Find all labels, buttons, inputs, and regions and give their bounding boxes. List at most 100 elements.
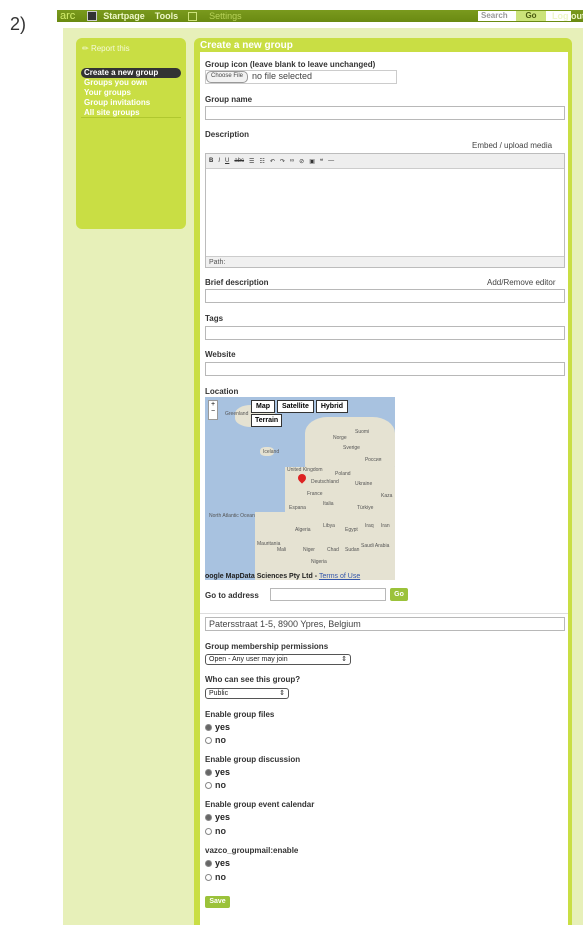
quote-icon[interactable]: ❝ (320, 158, 323, 165)
map-place: North Atlantic Ocean (209, 513, 255, 519)
radio-dot-icon (205, 723, 212, 731)
sidebar-item-group-invitations[interactable]: Group invitations (81, 98, 181, 108)
calendar-no-label: no (215, 826, 226, 836)
map-place: Mali (277, 547, 287, 553)
membership-select[interactable]: Open - Any user may join ⇕ (205, 654, 351, 665)
discussion-no-label: no (215, 780, 226, 790)
map-place: Россия (365, 457, 382, 463)
files-yes-radio[interactable]: yes (205, 722, 230, 732)
group-name-label: Group name (205, 95, 253, 104)
files-no-radio[interactable]: no (205, 735, 226, 745)
menu-settings[interactable]: Settings (209, 11, 242, 21)
event-calendar-label: Enable group event calendar (205, 800, 315, 809)
goto-address-label: Go to address (205, 591, 259, 600)
satellite-button[interactable]: Satellite (277, 400, 314, 413)
top-bar: arc Startpage Tools Settings Search Go L… (57, 10, 583, 22)
add-remove-editor-link[interactable]: Add/Remove editor (487, 278, 555, 287)
group-name-input[interactable] (205, 106, 565, 120)
map-place: Greenland (225, 411, 249, 417)
visibility-select-value: Public (209, 690, 229, 697)
bullet-list-icon[interactable]: ☰ (249, 158, 254, 165)
goto-address-input[interactable] (270, 588, 386, 601)
map-place: Saudi Arabia (361, 543, 390, 549)
redo-icon[interactable]: ↷ (280, 158, 285, 165)
location-map[interactable]: Greenland Iceland Norge Sverige Suomi Un… (205, 397, 395, 580)
website-input[interactable] (205, 362, 565, 376)
map-place: Norge (333, 435, 347, 441)
brief-description-label: Brief description (205, 278, 269, 287)
radio-dot-icon (205, 813, 212, 821)
radio-dot-icon (205, 736, 212, 744)
image-icon[interactable]: ▣ (309, 158, 315, 165)
group-files-label: Enable group files (205, 710, 275, 719)
sidebar-item-groups-you-own[interactable]: Groups you own (81, 78, 181, 88)
map-zoom-control[interactable]: + − (208, 400, 218, 420)
map-attribution: oogle MapData Sciences Pty Ltd - Terms o… (205, 573, 360, 580)
address-input[interactable]: Patersstraat 1-5, 8900 Ypres, Belgium (205, 617, 565, 631)
map-place: Kaza (381, 493, 393, 499)
map-place: Nigeria (311, 559, 327, 565)
map-place: Espana (289, 505, 306, 511)
horizontal-rule-icon[interactable]: — (328, 158, 334, 164)
bold-icon[interactable]: B (209, 158, 213, 164)
menu-tools[interactable]: Tools (155, 11, 178, 21)
visibility-label: Who can see this group? (205, 675, 301, 684)
map-button[interactable]: Map (251, 400, 275, 413)
tags-input[interactable] (205, 326, 565, 340)
sidebar: ✏ Report this Create a new group Groups … (76, 38, 186, 229)
user-avatar-icon[interactable] (87, 11, 98, 21)
map-type-buttons: Map Satellite Hybrid (251, 400, 350, 413)
description-editor[interactable]: B I U abc ☰ ☷ ↶ ↷ ∞ ⊘ ▣ ❝ — Path: (205, 153, 565, 268)
map-place: Chad (327, 547, 339, 553)
calendar-yes-radio[interactable]: yes (205, 812, 230, 822)
map-place: Sudan (345, 547, 360, 553)
search-go-button[interactable]: Go (516, 11, 546, 21)
save-button[interactable]: Save (205, 896, 230, 908)
discussion-no-radio[interactable]: no (205, 780, 226, 790)
editor-toolbar: B I U abc ☰ ☷ ↶ ↷ ∞ ⊘ ▣ ❝ — (206, 154, 564, 169)
underline-icon[interactable]: U (225, 158, 229, 164)
goto-address-go-button[interactable]: Go (390, 588, 408, 601)
groupmail-yes-radio[interactable]: yes (205, 858, 230, 868)
embed-media-link[interactable]: Embed / upload media (472, 141, 552, 150)
sidebar-item-your-groups[interactable]: Your groups (81, 88, 181, 98)
groupmail-yes-label: yes (215, 858, 231, 868)
visibility-select[interactable]: Public ⇕ (205, 688, 289, 699)
link-icon[interactable]: ∞ (290, 158, 294, 164)
sidebar-nav: Create a new group Groups you own Your g… (81, 68, 181, 118)
map-place: Italia (323, 501, 334, 507)
undo-icon[interactable]: ↶ (270, 158, 275, 165)
strikethrough-icon[interactable]: abc (234, 158, 244, 164)
map-place: Egypt (345, 527, 358, 533)
numbered-list-icon[interactable]: ☷ (259, 158, 264, 165)
site-logo[interactable]: arc (60, 10, 75, 22)
sidebar-item-create-group[interactable]: Create a new group (81, 68, 181, 78)
radio-dot-icon (205, 768, 212, 776)
calendar-yes-label: yes (215, 812, 231, 822)
map-place: Algeria (295, 527, 311, 533)
membership-label: Group membership permissions (205, 642, 329, 651)
unlink-icon[interactable]: ⊘ (299, 158, 304, 165)
brief-description-input[interactable] (205, 289, 565, 303)
radio-dot-icon (205, 859, 212, 867)
italic-icon[interactable]: I (218, 158, 220, 164)
group-icon-label: Group icon (leave blank to leave unchang… (205, 60, 376, 69)
page-title: Create a new group (200, 40, 293, 51)
radio-dot-icon (205, 781, 212, 789)
report-label: Report this (90, 44, 130, 53)
file-field-box (205, 70, 397, 84)
report-link[interactable]: ✏ Report this (82, 44, 130, 53)
discussion-yes-radio[interactable]: yes (205, 767, 230, 777)
map-place: Deutschland (311, 479, 339, 485)
map-place: Suomi (355, 429, 370, 435)
groupmail-no-radio[interactable]: no (205, 872, 226, 882)
terrain-button[interactable]: Terrain (251, 414, 283, 427)
select-arrow-icon: ⇕ (279, 690, 285, 697)
menu-startpage[interactable]: Startpage (103, 11, 145, 21)
logout-link[interactable]: Log out (552, 10, 583, 22)
hybrid-button[interactable]: Hybrid (315, 400, 349, 413)
map-terms-link[interactable]: Terms of Use (319, 573, 360, 580)
calendar-no-radio[interactable]: no (205, 826, 226, 836)
membership-select-value: Open - Any user may join (209, 656, 288, 663)
settings-icon[interactable] (188, 11, 198, 21)
